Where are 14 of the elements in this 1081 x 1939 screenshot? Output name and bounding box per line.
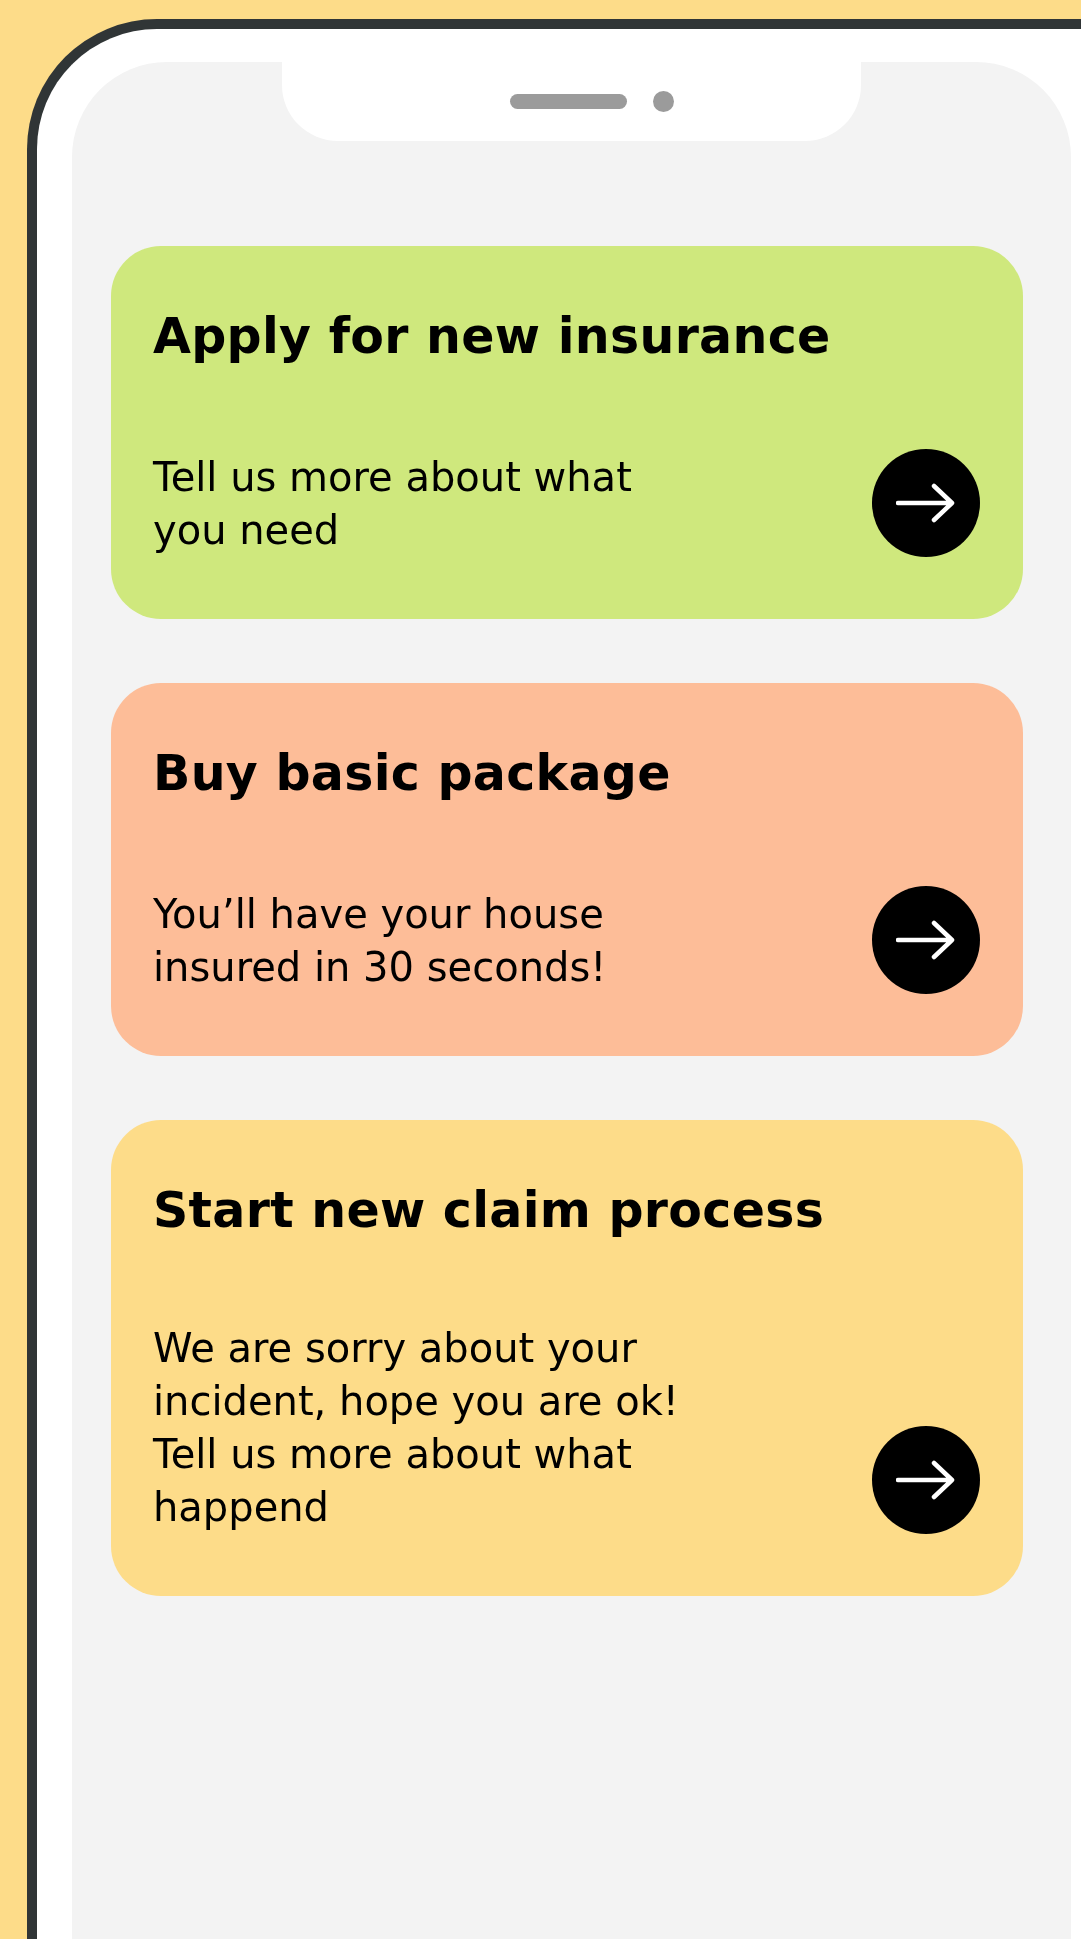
card-description: You’ll have your house insured in 30 seconds! [153,889,608,992]
card-description: Tell us more about what you need [153,452,633,555]
action-card[interactable]: Start new claim process We are sorry about your incident, hope you are ok! Tell us more about what happend [111,1119,1023,1597]
card-title: Start new claim process [153,1181,826,1241]
camera-icon [652,91,674,112]
card-description: We are sorry about your incident, hope you are ok! Tell us more about what happend [153,1324,680,1533]
arrow-right-icon [896,919,956,960]
action-card[interactable]: Apply for new insurance Tell us more about what you need [111,246,1023,619]
action-card[interactable]: Buy basic package You’ll have your house insured in 30 seconds! [111,682,1023,1056]
card-title: Apply for new insurance [153,308,832,367]
card-title: Buy basic package [153,744,672,804]
speaker-icon [509,94,627,109]
arrow-right-icon [896,1460,956,1501]
arrow-right-icon [896,482,956,523]
